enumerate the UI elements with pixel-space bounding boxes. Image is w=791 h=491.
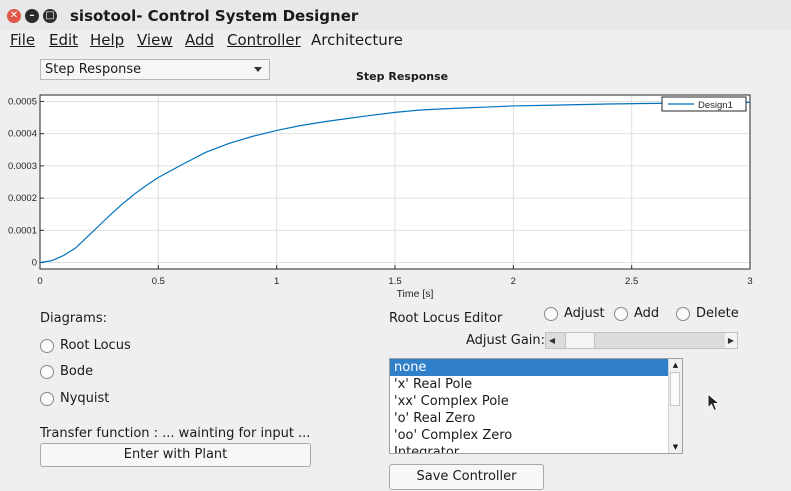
x-tick-label: 0.5 <box>152 276 165 287</box>
chevron-down-icon <box>254 67 262 72</box>
plot-type-select[interactable]: Step Response <box>40 59 270 80</box>
plot-type-value: Step Response <box>45 62 142 77</box>
list-item[interactable]: Integrator <box>390 444 669 453</box>
maximize-window-button[interactable]: □ <box>43 9 57 23</box>
x-tick-label: 1.5 <box>388 276 401 287</box>
delete-radio[interactable] <box>676 307 690 321</box>
x-tick-label: 1 <box>274 276 279 287</box>
y-tick-label: 0.0001 <box>8 225 37 236</box>
x-tick-label: 2.5 <box>625 276 638 287</box>
menu-view[interactable]: View <box>137 30 173 50</box>
scroll-up-arrow-icon[interactable]: ▲ <box>669 359 682 371</box>
list-item[interactable]: none <box>390 359 669 376</box>
adjust-gain-label: Adjust Gain: <box>466 333 546 348</box>
delete-label: Delete <box>696 306 739 321</box>
menu-controller[interactable]: Controller <box>227 30 301 50</box>
element-listbox[interactable]: none'x' Real Pole'xx' Complex Pole'o' Re… <box>389 358 683 454</box>
list-item[interactable]: 'o' Real Zero <box>390 410 669 427</box>
window-title: sisotool- Control System Designer <box>70 7 359 25</box>
transfer-function-text: Transfer function : ... wainting for inp… <box>40 426 311 441</box>
mouse-cursor-icon <box>707 393 721 412</box>
list-item[interactable]: 'xx' Complex Pole <box>390 393 669 410</box>
menu-bar: File Edit Help View Add Controller Archi… <box>0 30 791 52</box>
list-item[interactable]: 'oo' Complex Zero <box>390 427 669 444</box>
x-tick-label: 2 <box>511 276 516 287</box>
slider-right-arrow-icon[interactable]: ▶ <box>725 333 737 348</box>
scroll-thumb[interactable] <box>670 372 680 406</box>
bode-radio[interactable] <box>40 365 54 379</box>
scroll-down-arrow-icon[interactable]: ▼ <box>669 441 682 453</box>
y-tick-label: 0 <box>32 258 37 269</box>
root-locus-label: Root Locus <box>60 338 131 353</box>
add-label: Add <box>634 306 660 321</box>
adjust-radio[interactable] <box>544 307 558 321</box>
root-locus-radio[interactable] <box>40 339 54 353</box>
menu-file[interactable]: File <box>10 30 35 50</box>
menu-help[interactable]: Help <box>90 30 124 50</box>
x-tick-label: 3 <box>747 276 752 287</box>
menu-add[interactable]: Add <box>185 30 214 50</box>
plot-title: Step Response <box>356 70 449 83</box>
bode-label: Bode <box>60 364 94 379</box>
step-response-chart: 0 0.5 1 1.5 2 2.5 3 0 0.0001 0.0002 0.0003 0.0004 0.… <box>8 94 753 300</box>
legend: Design1 <box>661 96 747 112</box>
legend-entry: Design1 <box>698 100 733 111</box>
list-item[interactable]: 'x' Real Pole <box>390 376 669 393</box>
title-bar: ✕ – □ sisotool- Control System Designer <box>0 0 791 30</box>
nyquist-label: Nyquist <box>60 391 110 406</box>
slider-thumb[interactable] <box>564 333 595 348</box>
y-tick-label: 0.0003 <box>8 161 37 172</box>
slider-left-arrow-icon[interactable]: ◀ <box>546 333 558 348</box>
y-tick-label: 0.0004 <box>8 129 37 140</box>
y-tick-label: 0.0005 <box>8 96 37 107</box>
minimize-window-button[interactable]: – <box>25 9 39 23</box>
x-tick-label: 0 <box>37 276 42 287</box>
y-tick-label: 0.0002 <box>8 193 37 204</box>
diagrams-label: Diagrams: <box>40 311 107 326</box>
menu-architecture[interactable]: Architecture <box>311 30 403 50</box>
enter-with-plant-button[interactable]: Enter with Plant <box>40 443 311 467</box>
adjust-label: Adjust <box>564 306 605 321</box>
gain-slider[interactable]: ◀ ▶ <box>545 332 738 349</box>
menu-edit[interactable]: Edit <box>49 30 78 50</box>
x-axis-label: Time [s] <box>397 288 434 300</box>
add-radio[interactable] <box>614 307 628 321</box>
close-window-button[interactable]: ✕ <box>7 9 21 23</box>
root-locus-editor-label: Root Locus Editor <box>389 311 503 326</box>
save-controller-button[interactable]: Save Controller <box>389 464 544 490</box>
list-scrollbar[interactable]: ▲ ▼ <box>668 359 682 453</box>
nyquist-radio[interactable] <box>40 392 54 406</box>
